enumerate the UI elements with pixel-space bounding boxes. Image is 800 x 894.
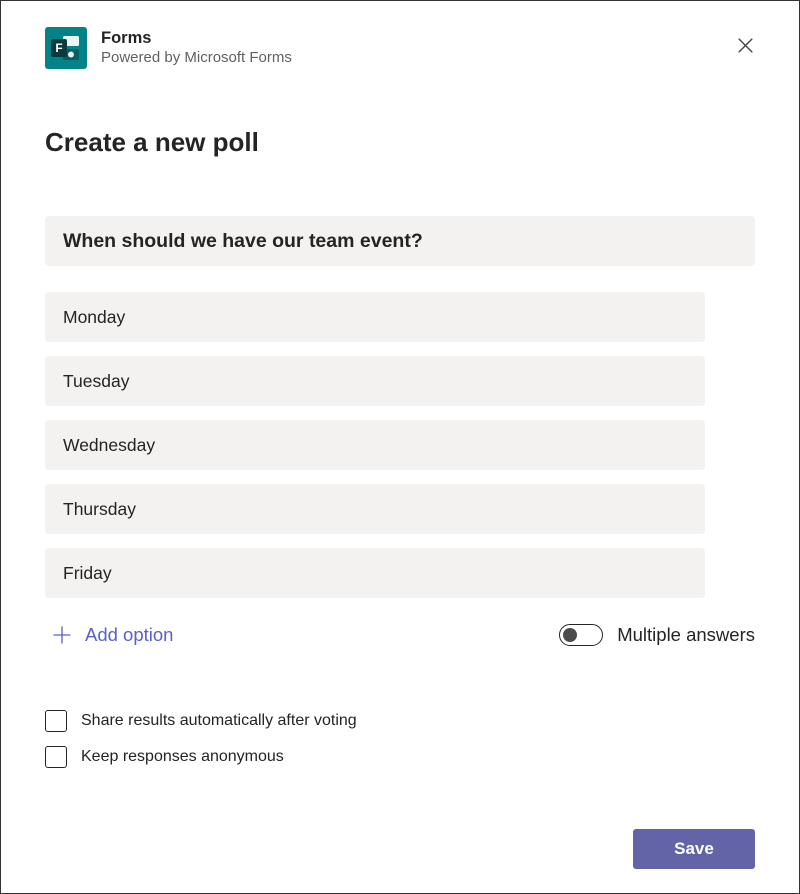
share-results-checkbox-row[interactable]: Share results automatically after voting [45,710,755,732]
multiple-answers-toggle[interactable] [559,624,603,646]
page-title: Create a new poll [45,127,755,158]
dialog-footer: Save [633,829,755,869]
checkbox-icon [45,710,67,732]
forms-app-icon: F [45,27,87,69]
header-titles: Forms Powered by Microsoft Forms [101,28,292,67]
close-button[interactable] [729,29,761,61]
add-option-label: Add option [85,624,173,646]
checkbox-icon [45,746,67,768]
poll-settings: Share results automatically after voting… [45,710,755,768]
anonymous-checkbox-row[interactable]: Keep responses anonymous [45,746,755,768]
add-option-button[interactable]: Add option [45,620,179,650]
poll-options [45,292,755,598]
multiple-answers-row: Multiple answers [559,624,755,646]
dialog-header: F Forms Powered by Microsoft Forms [45,27,755,69]
poll-option-input[interactable] [45,356,705,406]
close-icon [737,37,754,54]
options-footer-row: Add option Multiple answers [45,620,755,650]
plus-icon [51,624,73,646]
forms-poll-dialog: F Forms Powered by Microsoft Forms Creat… [0,0,800,894]
save-button[interactable]: Save [633,829,755,869]
app-subtitle: Powered by Microsoft Forms [101,49,292,68]
poll-option-input[interactable] [45,292,705,342]
app-title: Forms [101,28,292,49]
header-left: F Forms Powered by Microsoft Forms [45,27,292,69]
poll-option-input[interactable] [45,484,705,534]
poll-question-input[interactable] [45,216,755,266]
anonymous-label: Keep responses anonymous [81,748,284,766]
svg-text:F: F [55,41,62,55]
toggle-thumb [563,628,577,642]
multiple-answers-label: Multiple answers [617,624,755,646]
poll-fields: Add option Multiple answers [45,216,755,650]
poll-option-input[interactable] [45,548,705,598]
poll-option-input[interactable] [45,420,705,470]
share-results-label: Share results automatically after voting [81,712,357,730]
